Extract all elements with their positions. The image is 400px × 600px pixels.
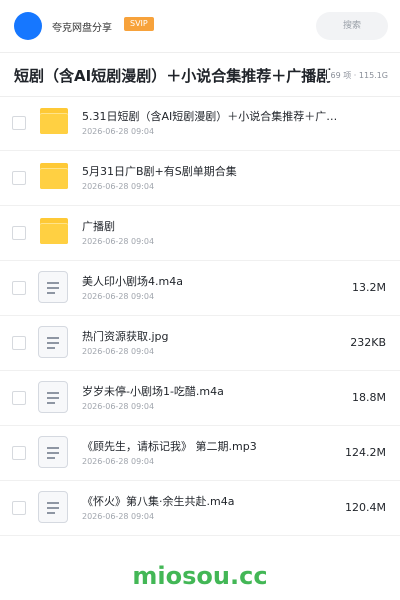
file-size: 18.8M <box>352 391 386 404</box>
row-checkbox[interactable] <box>12 281 26 295</box>
watermark-text: miosou.cc <box>132 562 268 590</box>
row-checkbox[interactable] <box>12 501 26 515</box>
file-date: 2026-06-28 09:04 <box>82 182 155 191</box>
folder-title: 短剧（含AI短剧漫剧）＋小说合集推荐＋广播剧 <box>14 67 332 85</box>
folder-icon <box>40 108 68 134</box>
file-date: 2026-06-28 09:04 <box>82 457 155 466</box>
file-row[interactable]: 美人印小剧场4.m4a 2026-06-28 09:04 13.2M <box>0 261 400 316</box>
file-name[interactable]: 《顾先生，请标记我》 第二期.mp3 <box>82 438 338 454</box>
file-name[interactable]: 5月31日广B剧+有S剧单期合集 <box>82 163 338 179</box>
file-row[interactable]: 岁岁未停-小剧场1-吃醋.m4a 2026-06-28 09:04 18.8M <box>0 371 400 426</box>
row-checkbox[interactable] <box>12 391 26 405</box>
file-size: 124.2M <box>345 446 386 459</box>
svip-badge: SVIP <box>124 17 154 31</box>
file-date: 2026-06-28 09:04 <box>82 237 155 246</box>
file-size: 120.4M <box>345 501 386 514</box>
folder-icon <box>40 163 68 189</box>
file-row[interactable]: 热门资源获取.jpg 2026-06-28 09:04 232KB <box>0 316 400 371</box>
file-size: 232KB <box>350 336 386 349</box>
document-icon <box>38 491 68 523</box>
avatar[interactable] <box>14 12 42 40</box>
file-name[interactable]: 《怀火》第八集·余生共赴.m4a <box>82 493 338 509</box>
row-checkbox[interactable] <box>12 446 26 460</box>
file-row[interactable]: 广播剧 2026-06-28 09:04 <box>0 206 400 261</box>
file-date: 2026-06-28 09:04 <box>82 402 155 411</box>
file-name[interactable]: 热门资源获取.jpg <box>82 328 338 344</box>
row-checkbox[interactable] <box>12 226 26 240</box>
file-size: 13.2M <box>352 281 386 294</box>
file-date: 2026-06-28 09:04 <box>82 347 155 356</box>
file-date: 2026-06-28 09:04 <box>82 292 155 301</box>
document-icon <box>38 271 68 303</box>
row-checkbox[interactable] <box>12 336 26 350</box>
file-name[interactable]: 广播剧 <box>82 218 338 234</box>
file-name[interactable]: 5.31日短剧（含AI短剧漫剧）＋小说合集推荐＋广… <box>82 108 338 124</box>
file-date: 2026-06-28 09:04 <box>82 512 155 521</box>
row-checkbox[interactable] <box>12 116 26 130</box>
file-row[interactable]: 《顾先生，请标记我》 第二期.mp3 2026-06-28 09:04 124.… <box>0 426 400 481</box>
document-icon <box>38 381 68 413</box>
file-name[interactable]: 美人印小剧场4.m4a <box>82 273 338 289</box>
file-row[interactable]: 5月31日广B剧+有S剧单期合集 2026-06-28 09:04 <box>0 151 400 206</box>
file-list: 5.31日短剧（含AI短剧漫剧）＋小说合集推荐＋广… 2026-06-28 09… <box>0 96 400 536</box>
document-icon <box>38 326 68 358</box>
file-row[interactable]: 《怀火》第八集·余生共赴.m4a 2026-06-28 09:04 120.4M <box>0 481 400 536</box>
folder-icon <box>40 218 68 244</box>
sharer-name: 夸克网盘分享 <box>52 23 112 34</box>
folder-meta: 69 项 · 115.1G <box>326 70 388 81</box>
file-date: 2026-06-28 09:04 <box>82 127 155 136</box>
file-row[interactable]: 5.31日短剧（含AI短剧漫剧）＋小说合集推荐＋广… 2026-06-28 09… <box>0 96 400 151</box>
file-name[interactable]: 岁岁未停-小剧场1-吃醋.m4a <box>82 383 338 399</box>
row-checkbox[interactable] <box>12 171 26 185</box>
search-input[interactable]: 搜索 <box>316 12 388 40</box>
document-icon <box>38 436 68 468</box>
folder-header: 短剧（含AI短剧漫剧）＋小说合集推荐＋广播剧 69 项 · 115.1G <box>0 52 400 97</box>
top-bar: 夸克网盘分享 SVIP 搜索 <box>0 0 400 53</box>
